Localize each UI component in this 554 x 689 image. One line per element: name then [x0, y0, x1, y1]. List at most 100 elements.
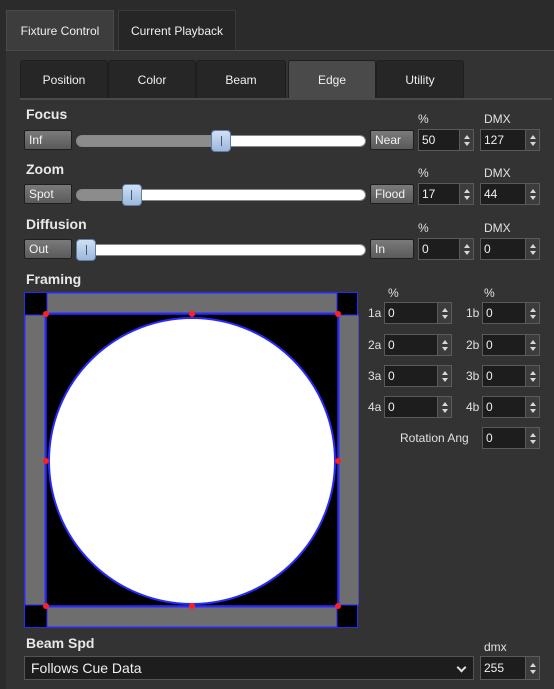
beam-spd-selected: Follows Cue Data — [31, 660, 142, 676]
blade-1b-label: 1b — [466, 306, 480, 320]
beam-spd-dropdown[interactable]: Follows Cue Data — [24, 656, 474, 680]
framing-title: Framing — [26, 271, 82, 287]
framing-b-percent-header: % — [484, 286, 495, 300]
zoom-spot-button[interactable]: Spot — [24, 184, 72, 204]
spinner-arrows-icon[interactable] — [525, 397, 539, 417]
spinner-arrows-icon[interactable] — [437, 335, 451, 355]
spinner-arrows-icon[interactable] — [437, 366, 451, 386]
diffusion-in-button[interactable]: In — [370, 239, 414, 259]
diffusion-slider-track[interactable] — [76, 244, 366, 256]
diffusion-out-button[interactable]: Out — [24, 239, 72, 259]
framing-a-percent-header: % — [388, 286, 399, 300]
diffusion-dmx-header: DMX — [484, 221, 511, 235]
spinner-arrows-icon[interactable] — [437, 397, 451, 417]
tab-fixture-control[interactable]: Fixture Control — [6, 10, 114, 50]
blade-3b-value[interactable]: 0 — [483, 366, 525, 386]
beam-spd-dmx-header: dmx — [484, 640, 507, 654]
diffusion-percent-value[interactable]: 0 — [419, 239, 459, 259]
tab-beam[interactable]: Beam — [196, 60, 286, 98]
blade-4a-value[interactable]: 0 — [385, 397, 437, 417]
blade-3a-spinbox[interactable]: 0 — [384, 365, 452, 387]
zoom-percent-spinbox[interactable]: 17 — [418, 183, 474, 205]
blade-1b-value[interactable]: 0 — [483, 303, 525, 323]
rotation-angle-value[interactable]: 0 — [483, 428, 525, 448]
focus-percent-spinbox[interactable]: 50 — [418, 129, 474, 151]
tab-utility[interactable]: Utility — [376, 60, 464, 98]
blade-2a-spinbox[interactable]: 0 — [384, 334, 452, 356]
spinner-arrows-icon[interactable] — [459, 239, 473, 259]
tab-position[interactable]: Position — [20, 60, 108, 98]
blade-4b-spinbox[interactable]: 0 — [482, 396, 540, 418]
blade-3a-label: 3a — [368, 369, 382, 383]
zoom-slider-track[interactable] — [76, 189, 366, 201]
spinner-arrows-icon[interactable] — [525, 239, 539, 259]
spinner-arrows-icon[interactable] — [525, 303, 539, 323]
zoom-title: Zoom — [26, 161, 65, 177]
blade-3b-spinbox[interactable]: 0 — [482, 365, 540, 387]
blade-4b-value[interactable]: 0 — [483, 397, 525, 417]
zoom-dmx-header: DMX — [484, 166, 511, 180]
blade-2a-label: 2a — [368, 338, 382, 352]
framing-editor[interactable] — [24, 292, 359, 629]
zoom-dmx-value[interactable]: 44 — [481, 184, 525, 204]
handle-point[interactable] — [43, 311, 49, 317]
tab-edge[interactable]: Edge — [288, 60, 376, 98]
diffusion-percent-header: % — [418, 221, 429, 235]
blade-3a-value[interactable]: 0 — [385, 366, 437, 386]
blade-right[interactable] — [338, 314, 359, 606]
blade-4a-label: 4a — [368, 400, 382, 414]
spinner-arrows-icon[interactable] — [525, 366, 539, 386]
beam-spd-dmx-value[interactable]: 255 — [481, 657, 525, 679]
spinner-arrows-icon[interactable] — [525, 335, 539, 355]
spinner-arrows-icon[interactable] — [459, 184, 473, 204]
handle-point[interactable] — [335, 458, 341, 464]
beam-spd-dmx-spinbox[interactable]: 255 — [480, 656, 540, 680]
focus-dmx-spinbox[interactable]: 127 — [480, 129, 540, 151]
spinner-arrows-icon[interactable] — [459, 130, 473, 150]
diffusion-dmx-spinbox[interactable]: 0 — [480, 238, 540, 260]
blade-2b-spinbox[interactable]: 0 — [482, 334, 540, 356]
blade-4a-spinbox[interactable]: 0 — [384, 396, 452, 418]
tab-color[interactable]: Color — [108, 60, 196, 98]
diffusion-percent-spinbox[interactable]: 0 — [418, 238, 474, 260]
zoom-flood-button[interactable]: Flood — [370, 184, 414, 204]
focus-slider-handle[interactable] — [211, 130, 231, 152]
focus-dmx-value[interactable]: 127 — [481, 130, 525, 150]
zoom-percent-value[interactable]: 17 — [419, 184, 459, 204]
diffusion-slider-handle[interactable] — [76, 239, 96, 261]
spinner-arrows-icon[interactable] — [525, 184, 539, 204]
blade-top[interactable] — [46, 293, 338, 314]
spinner-arrows-icon[interactable] — [525, 657, 539, 679]
rotation-angle-spinbox[interactable]: 0 — [482, 427, 540, 449]
blade-2a-value[interactable]: 0 — [385, 335, 437, 355]
framing-diagram[interactable] — [25, 293, 359, 629]
rotation-angle-label: Rotation Ang — [400, 431, 469, 445]
focus-percent-header: % — [418, 112, 429, 126]
handle-point[interactable] — [43, 603, 49, 609]
zoom-percent-header: % — [418, 166, 429, 180]
handle-point[interactable] — [335, 603, 341, 609]
chevron-down-icon[interactable] — [456, 662, 467, 673]
zoom-dmx-spinbox[interactable]: 44 — [480, 183, 540, 205]
spinner-arrows-icon[interactable] — [525, 130, 539, 150]
handle-point[interactable] — [189, 603, 195, 609]
focus-percent-value[interactable]: 50 — [419, 130, 459, 150]
blade-1a-value[interactable]: 0 — [385, 303, 437, 323]
focus-near-button[interactable]: Near — [370, 130, 414, 150]
handle-point[interactable] — [335, 311, 341, 317]
blade-bottom[interactable] — [46, 606, 338, 628]
handle-point[interactable] — [189, 311, 195, 317]
blade-1a-spinbox[interactable]: 0 — [384, 302, 452, 324]
focus-inf-button[interactable]: Inf — [24, 130, 72, 150]
spinner-arrows-icon[interactable] — [525, 428, 539, 448]
blade-1b-spinbox[interactable]: 0 — [482, 302, 540, 324]
diffusion-title: Diffusion — [26, 216, 87, 232]
zoom-slider-handle[interactable] — [121, 184, 142, 206]
handle-point[interactable] — [43, 458, 49, 464]
blade-2b-value[interactable]: 0 — [483, 335, 525, 355]
tab-current-playback[interactable]: Current Playback — [118, 10, 236, 50]
spinner-arrows-icon[interactable] — [437, 303, 451, 323]
blade-1a-label: 1a — [368, 306, 382, 320]
diffusion-dmx-value[interactable]: 0 — [481, 239, 525, 259]
blade-left[interactable] — [25, 314, 46, 606]
